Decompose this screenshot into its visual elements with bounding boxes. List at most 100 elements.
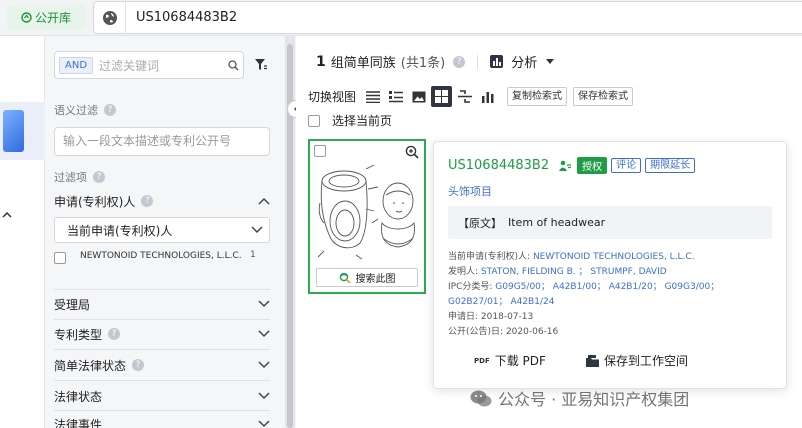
select-page-row[interactable]: 选择当前页 xyxy=(308,112,392,129)
semantic-filter-input[interactable]: 输入一段文本描述或专利公开号 xyxy=(54,127,270,156)
applicant-select-value: 当前申请(专利权)人 xyxy=(67,223,173,238)
zoom-in-icon[interactable] xyxy=(405,145,419,159)
ipc-link[interactable]: A42B1/00 xyxy=(553,282,597,292)
help-icon[interactable]: ? xyxy=(93,171,105,183)
office-filter-header[interactable]: 受理局 xyxy=(54,293,270,315)
analysis-button[interactable]: 分析 xyxy=(490,52,555,71)
ipc-link[interactable]: G09G5/00 xyxy=(495,282,541,292)
patent-number-link[interactable]: US10684483B2 xyxy=(448,158,549,173)
chevron-up-icon[interactable] xyxy=(2,211,12,218)
compare-view-icon[interactable] xyxy=(454,86,475,107)
divider xyxy=(54,380,270,381)
office-filter-label: 受理局 xyxy=(54,297,91,312)
chevron-down-icon xyxy=(258,330,270,338)
keyword-filter-input[interactable]: AND 过滤关键词 xyxy=(54,51,244,79)
divider xyxy=(54,410,270,411)
help-icon[interactable]: ? xyxy=(104,104,116,116)
result-thumbnail-card[interactable]: 搜索此图 xyxy=(308,139,426,294)
cube-icon[interactable] xyxy=(3,110,24,152)
semantic-filter-label: 语义过滤 xyxy=(54,104,98,117)
filing-date-row: 申请日: 2018-07-13 xyxy=(448,309,533,322)
help-icon[interactable]: ? xyxy=(453,55,466,68)
save-to-workspace-button[interactable]: 保存到工作空间 xyxy=(585,352,688,369)
chevron-down-icon xyxy=(258,420,270,428)
main-search-box[interactable]: US10684483B2 xyxy=(93,1,802,34)
person-icon[interactable] xyxy=(559,160,572,171)
divider xyxy=(54,349,270,350)
download-pdf-button[interactable]: PDF 下载 PDF xyxy=(474,352,546,369)
divider xyxy=(54,289,270,290)
list-view-icon[interactable] xyxy=(362,86,383,107)
filter-panel: AND 过滤关键词 语义过滤 ? 输入一段文本描述或专利公开号 过滤项 ? 申请… xyxy=(45,36,283,428)
review-tag[interactable]: 评论 xyxy=(611,158,642,173)
card-view-icon[interactable] xyxy=(431,86,453,107)
patent-type-filter-label: 专利类型 xyxy=(54,327,103,342)
results-area: 1 组简单同族 (共1条) ? 分析 切换视图 复制检索式 保存检索式 选择当前… xyxy=(296,36,802,428)
result-checkbox[interactable] xyxy=(314,145,326,157)
chart-view-icon[interactable] xyxy=(477,86,498,107)
help-icon[interactable]: ? xyxy=(141,195,154,207)
applicant-option-checkbox[interactable] xyxy=(54,252,66,264)
applicant-link[interactable]: NEWTONOID TECHNOLOGIES, L.L.C. xyxy=(533,252,695,262)
original-title: Item of headwear xyxy=(508,216,606,229)
patent-title[interactable]: 头饰项目 xyxy=(448,183,492,199)
public-library-button[interactable]: 公开库 xyxy=(7,5,85,30)
left-nav-strip xyxy=(0,36,45,428)
applicant-option-label: NEWTONOID TECHNOLOGIES, L.L.C. xyxy=(80,251,242,261)
folder-icon xyxy=(585,354,599,367)
chevron-down-icon xyxy=(251,226,263,234)
ipc-row: IPC分类号: G09G5/00； A42B1/00； A42B1/20； G0… xyxy=(448,282,720,292)
patent-drawing-image xyxy=(317,164,415,260)
image-view-icon[interactable] xyxy=(408,86,429,107)
filter-settings-icon[interactable] xyxy=(254,58,268,72)
legal-status-filter-label: 法律状态 xyxy=(54,389,103,404)
result-count: 1 xyxy=(316,53,326,70)
analysis-label: 分析 xyxy=(511,56,538,71)
inventor-link[interactable]: STRUMPF, DAVID xyxy=(590,267,666,277)
publication-date-row: 公开(公告)日: 2020-06-16 xyxy=(448,324,558,337)
select-page-label: 选择当前页 xyxy=(332,114,393,128)
pdf-icon: PDF xyxy=(474,356,490,365)
legal-event-filter-header[interactable]: 法律事件 xyxy=(54,413,270,428)
search-this-figure-button[interactable]: 搜索此图 xyxy=(316,268,418,287)
caret-down-icon xyxy=(546,58,555,64)
search-icon[interactable] xyxy=(223,59,243,71)
ipc-link[interactable]: A42B1/24 xyxy=(510,297,554,307)
applicant-select[interactable]: 当前申请(专利权)人 xyxy=(54,217,270,243)
search-query-text[interactable]: US10684483B2 xyxy=(126,10,237,25)
detail-list-view-icon[interactable] xyxy=(385,86,406,107)
watermark-text: 公众号 · 亚易知识产权集团 xyxy=(498,390,690,409)
simple-legal-status-filter-header[interactable]: 简单法律状态? xyxy=(54,354,270,376)
help-icon[interactable]: ? xyxy=(108,328,121,340)
ipc-link[interactable]: A42B1/20 xyxy=(609,282,653,292)
applicant-option-count: 1 xyxy=(250,250,256,260)
popover-actions: PDF 下载 PDF 保存到工作空间 xyxy=(474,352,688,369)
bar-chart-icon xyxy=(490,55,504,68)
applicant-filter-header[interactable]: 申请(专利权)人? xyxy=(54,190,270,212)
save-query-button[interactable]: 保存检索式 xyxy=(573,87,634,106)
select-page-checkbox[interactable] xyxy=(308,114,320,127)
filter-items-label: 过滤项 xyxy=(54,171,87,184)
ipc-row-continued: G02B27/01； A42B1/24 xyxy=(448,297,555,307)
inventor-link[interactable]: STATON, FIELDING B. xyxy=(481,267,576,277)
and-operator-tag[interactable]: AND xyxy=(59,56,94,74)
original-label: 【原文】 xyxy=(458,216,502,230)
filter-items-heading: 过滤项 ? xyxy=(54,169,105,185)
globe-icon[interactable] xyxy=(94,2,126,33)
ipc-label: IPC分类号: xyxy=(448,282,493,292)
filing-date-label: 申请日: xyxy=(448,312,479,322)
status-badge-granted: 授权 xyxy=(577,157,608,174)
ipc-link[interactable]: G09G3/00 xyxy=(665,282,711,292)
applicant-option-row[interactable]: NEWTONOID TECHNOLOGIES, L.L.C. 1 xyxy=(54,250,270,264)
patent-detail-popover: US10684483B2 授权 评论 期限延长 头饰项目 【原文】 Item o… xyxy=(433,141,787,389)
chevron-up-icon[interactable] xyxy=(258,197,270,205)
copy-query-button[interactable]: 复制检索式 xyxy=(507,87,568,106)
view-toolbar: 切换视图 复制检索式 保存检索式 xyxy=(308,86,634,107)
legal-status-filter-header[interactable]: 法律状态 xyxy=(54,385,270,407)
patent-type-filter-header[interactable]: 专利类型? xyxy=(54,323,270,345)
inventor-row: 发明人: STATON, FIELDING B. ； STRUMPF, DAVI… xyxy=(448,267,667,277)
ipc-link[interactable]: G02B27/01 xyxy=(448,297,499,307)
help-icon[interactable]: ? xyxy=(132,359,145,371)
divider xyxy=(477,54,479,69)
term-extension-tag[interactable]: 期限延长 xyxy=(645,158,696,173)
